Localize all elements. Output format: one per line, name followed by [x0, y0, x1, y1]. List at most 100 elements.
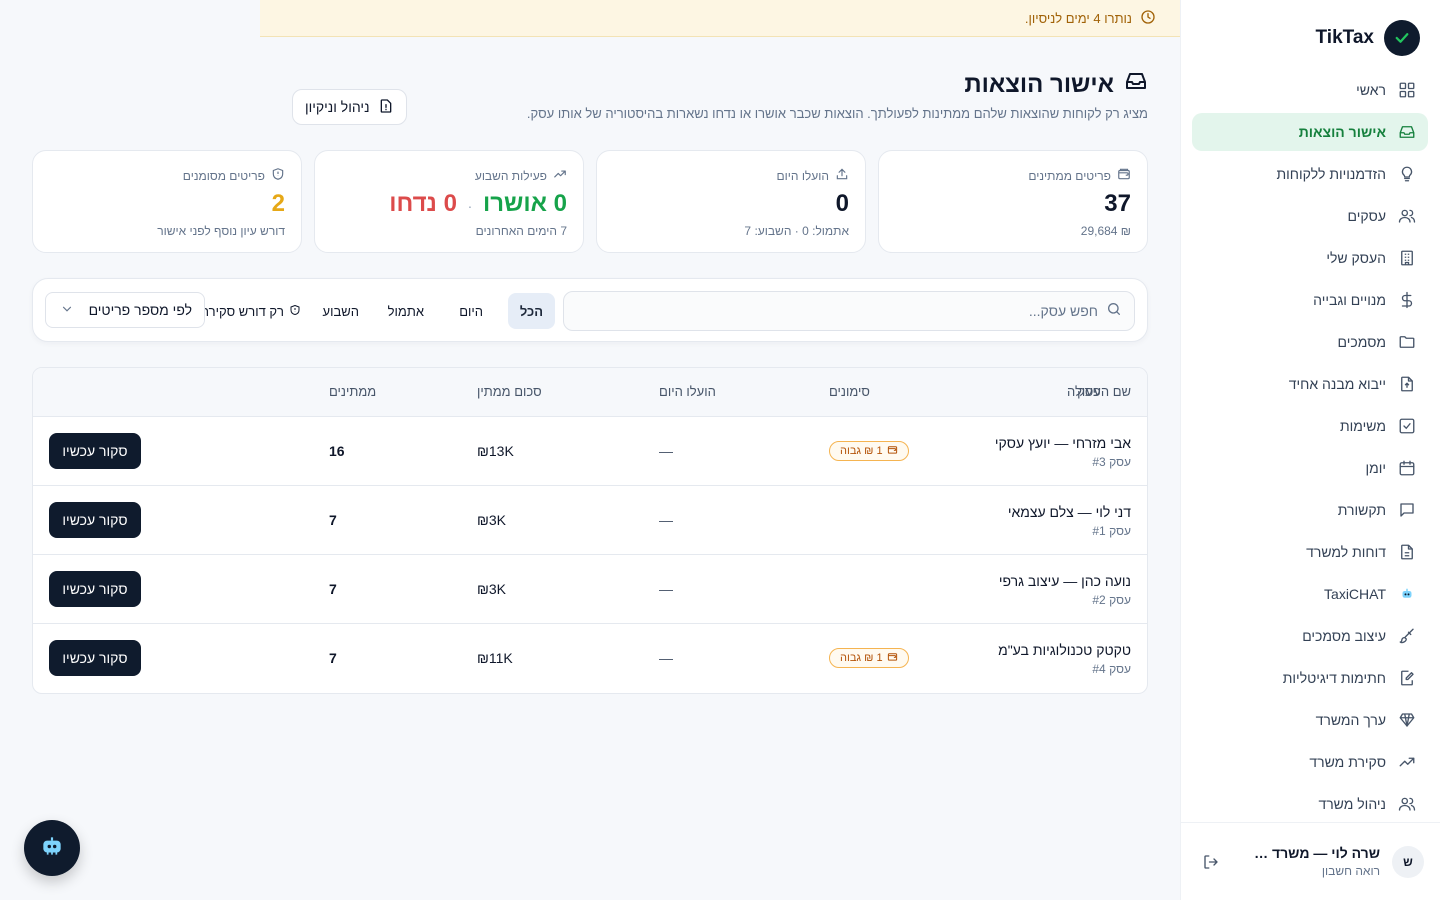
avatar[interactable]: ש	[1392, 845, 1424, 878]
business-name: אבי מזרחי — יועץ עסקי	[994, 435, 1131, 451]
sidebar-item-label: תקשורת	[1337, 502, 1386, 518]
pending-amount: ₪11K	[477, 650, 513, 666]
sidebar-item-signatures[interactable]: חתימות דיגיטליות	[1192, 659, 1428, 697]
stat-footnote: ₪ 29,684	[1080, 224, 1131, 238]
sidebar-item-my-business[interactable]: העסק שלי	[1192, 239, 1428, 277]
stat-card-today: הועלו היום 0 אתמול: 0 · השבוע: 7	[596, 150, 866, 253]
lightbulb-icon	[1398, 165, 1416, 183]
stat-header: הועלו היום	[613, 167, 849, 184]
chat-bot-button[interactable]	[24, 820, 80, 876]
sidebar-item-label: חתימות דיגיטליות	[1282, 670, 1386, 686]
stat-label: הועלו היום	[776, 168, 830, 183]
sidebar-item-opportunities[interactable]: הזדמנויות ללקוחות	[1192, 155, 1428, 193]
approved-count: 0 אושרו	[482, 190, 567, 217]
user-role: רואה חשבון	[1321, 864, 1380, 878]
sidebar-item-label: מנויים וגבייה	[1313, 292, 1386, 308]
sidebar-item-label: ראשי	[1356, 82, 1386, 98]
inbox-icon	[1124, 69, 1148, 100]
sidebar: TikTax ראשי אישור הוצאות הזדמנויות ללקוח…	[1180, 0, 1440, 900]
sort-select[interactable]: לפי מספר פריטים	[45, 292, 205, 328]
review-now-button[interactable]: סקור עכשיו	[49, 433, 141, 469]
brush-icon	[1398, 627, 1416, 645]
sidebar-item-office-value[interactable]: ערך המשרד	[1192, 701, 1428, 739]
sidebar-item-label: TaxiCHAT	[1324, 586, 1386, 602]
table-row[interactable]: דני לוי — צלם עצמאי עסק #1 7 ₪3K — סקור …	[33, 486, 1147, 555]
page-title: אישור הוצאות	[964, 69, 1148, 100]
wallet-icon	[887, 444, 898, 458]
table-header: שם העסק ממתינים סכום ממתין הועלו היום סי…	[33, 368, 1147, 417]
business-name: נועה כהן — עיצוב גרפי	[998, 573, 1131, 589]
brand[interactable]: TikTax	[1316, 20, 1420, 56]
dollar-icon	[1398, 291, 1416, 309]
sidebar-item-label: משימות	[1340, 418, 1386, 434]
app-root: TikTax ראשי אישור הוצאות הזדמנויות ללקוח…	[0, 0, 1440, 900]
flag-badge: 1 ₪ גבוה	[829, 441, 909, 461]
filter-chip-review-only[interactable]: רק דורש סקירה	[189, 293, 313, 329]
trend-icon	[553, 167, 567, 184]
grid-icon	[1398, 81, 1416, 99]
stat-card-flagged: פריטים מסומנים 2 דורש עיון נוסף לפני איש…	[32, 150, 302, 253]
search-box	[563, 291, 1135, 331]
sidebar-item-documents[interactable]: מסמכים	[1192, 323, 1428, 361]
business-id: עסק #3	[1092, 455, 1131, 469]
report-icon	[1398, 543, 1416, 561]
review-now-button[interactable]: סקור עכשיו	[49, 571, 141, 607]
sidebar-item-label: הזדמנויות ללקוחות	[1276, 166, 1386, 182]
review-now-button[interactable]: סקור עכשיו	[49, 502, 141, 538]
col-flags: סימונים	[829, 384, 870, 399]
sidebar-item-communication[interactable]: תקשורת	[1192, 491, 1428, 529]
sidebar-item-label: ניהול משרד	[1318, 796, 1386, 812]
business-id: עסק #2	[1092, 593, 1131, 607]
folder-icon	[1398, 333, 1416, 351]
filter-chip-today[interactable]: היום	[447, 293, 495, 329]
sidebar-item-reports[interactable]: דוחות למשרד	[1192, 533, 1428, 571]
page-title-text: אישור הוצאות	[964, 70, 1114, 98]
review-now-button[interactable]: סקור עכשיו	[49, 640, 141, 676]
manage-cleanup-button[interactable]: ניהול וניקיון	[292, 89, 407, 125]
sidebar-item-expense-approval[interactable]: אישור הוצאות	[1192, 113, 1428, 151]
filter-chip-yesterday[interactable]: אתמול	[376, 293, 436, 329]
flag-badge: 1 ₪ גבוה	[829, 648, 909, 668]
sidebar-item-label: יומן	[1365, 460, 1386, 476]
user-panel: ש שרה לוי — משרד רו... רואה חשבון	[1180, 822, 1440, 900]
sidebar-item-office-review[interactable]: סקירת משרד	[1192, 743, 1428, 781]
sidebar-item-doc-design[interactable]: עיצוב מסמכים	[1192, 617, 1428, 655]
table-row[interactable]: נועה כהן — עיצוב גרפי עסק #2 7 ₪3K — סקו…	[33, 555, 1147, 624]
diamond-icon	[1398, 711, 1416, 729]
sidebar-item-office-management[interactable]: ניהול משרד	[1192, 785, 1428, 823]
stat-value: 37	[1104, 190, 1131, 217]
trial-banner: נותרו 4 ימים לניסיון.	[260, 0, 1180, 37]
businesses-table: שם העסק ממתינים סכום ממתין הועלו היום סי…	[32, 367, 1148, 694]
page-subtitle: מציג רק לקוחות שהוצאות שלהם ממתינות לפעו…	[526, 106, 1148, 121]
sidebar-item-businesses[interactable]: עסקים	[1192, 197, 1428, 235]
filter-chip-all[interactable]: הכל	[507, 293, 555, 329]
search-input[interactable]	[576, 303, 1098, 319]
stat-value: 2	[271, 190, 285, 217]
table-row[interactable]: אבי מזרחי — יועץ עסקי עסק #3 16 ₪13K — 1…	[33, 417, 1147, 486]
building-icon	[1398, 249, 1416, 267]
sidebar-item-label: דוחות למשרד	[1306, 544, 1386, 560]
sidebar-item-label: ערך המשרד	[1315, 712, 1386, 728]
main-content: אישור הוצאות מציג רק לקוחות שהוצאות שלהם…	[32, 37, 1180, 900]
pending-count: 7	[329, 581, 337, 597]
sidebar-item-import[interactable]: ייבוא מבנה אחיד	[1192, 365, 1428, 403]
sidebar-item-billing[interactable]: מנויים וגבייה	[1192, 281, 1428, 319]
filter-chip-week[interactable]: השבוע	[311, 293, 371, 329]
sidebar-item-calendar[interactable]: יומן	[1192, 449, 1428, 487]
table-row[interactable]: טקטק טכנולוגיות בע"מ עסק #4 7 ₪11K — 1 ₪…	[33, 624, 1147, 693]
filter-bar: הכל היום אתמול השבוע רק דורש סקירה לפי מ…	[32, 278, 1148, 342]
team-icon	[1398, 795, 1416, 813]
logout-icon[interactable]	[1200, 851, 1222, 873]
sidebar-item-taxichat[interactable]: TaxiCHAT	[1192, 575, 1428, 613]
wallet-icon	[887, 651, 898, 665]
sidebar-item-home[interactable]: ראשי	[1192, 71, 1428, 109]
stat-header: פריטים מסומנים	[49, 167, 285, 184]
stat-card-pending: פריטים ממתינים 37 ₪ 29,684	[878, 150, 1148, 253]
sidebar-item-tasks[interactable]: משימות	[1192, 407, 1428, 445]
col-amount: סכום ממתין	[477, 384, 542, 399]
stat-card-week: פעילות השבוע 0 אושרו · 0 נדחו 7 הימים הא…	[314, 150, 584, 253]
sidebar-nav: ראשי אישור הוצאות הזדמנויות ללקוחות עסקי…	[1192, 71, 1428, 827]
sidebar-item-label: העסק שלי	[1326, 250, 1386, 266]
sidebar-item-label: ייבוא מבנה אחיד	[1288, 376, 1386, 392]
badge-text: 1 ₪ גבוה	[840, 445, 883, 457]
